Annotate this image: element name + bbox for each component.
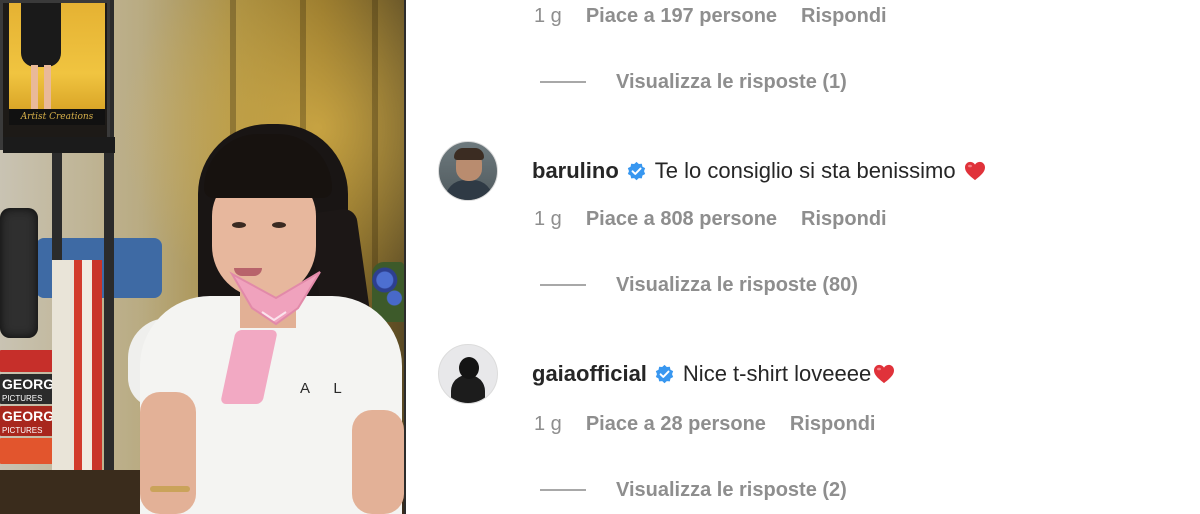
reply-button[interactable]: Rispondi [801,208,887,231]
poster-legs [31,65,51,111]
likes-count-link[interactable]: Piace a 808 persone [586,208,777,231]
view-replies-label: Visualizza le risposte (1) [616,70,847,93]
heart-icon [874,364,895,384]
comment-text: Te lo consiglio si sta benissimo [654,158,956,183]
avatar[interactable] [438,344,498,404]
replies-divider-line [540,81,586,83]
arm [140,392,196,514]
verified-badge-icon [627,161,645,180]
likes-count-link[interactable]: Piace a 28 persone [586,413,766,436]
comment-body: gaiaofficial Nice t-shirt loveeee [532,361,895,387]
poster-figure [21,3,61,67]
verified-badge-icon [655,364,674,383]
comment-item: barulino Te lo consiglio si sta benissim… [438,140,986,202]
reply-button[interactable]: Rispondi [801,5,887,28]
avatar[interactable] [438,141,498,201]
view-replies-button[interactable]: Visualizza le risposte (2) [540,475,847,505]
comment-username[interactable]: gaiaofficial [532,361,647,387]
heart-icon [964,161,985,181]
avatar-head [459,357,479,379]
view-replies-label: Visualizza le risposte (2) [616,478,847,501]
tshirt-print: A L [300,380,352,397]
comments-panel: 1 g Piace a 197 persone Rispondi Visuali… [406,0,1200,514]
comment-meta: 1 g Piace a 197 persone Rispondi [534,1,887,31]
view-replies-button[interactable]: Visualizza le risposte (1) [540,67,847,97]
arm [352,410,404,514]
avatar-hair [454,148,484,160]
comment-item: gaiaofficial Nice t-shirt loveeee [438,343,895,405]
view-replies-button[interactable]: Visualizza le risposte (80) [540,270,858,300]
replies-divider-line [540,489,586,491]
comment-text: Nice t-shirt loveeee [682,361,872,386]
comment-meta: 1 g Piace a 808 persone Rispondi [534,204,887,234]
reply-button[interactable]: Rispondi [790,413,876,436]
comment-time: 1 g [534,207,562,230]
curtain-fold [372,0,378,300]
avatar-body [451,375,485,403]
comment-time: 1 g [534,412,562,435]
framed-poster: Artist Creations [0,0,115,153]
upright-books [52,260,102,470]
video-frame: Artist Creations GEORGE PICTURES GEORGE … [0,0,404,514]
comment-time: 1 g [534,4,562,27]
comment-meta: 1 g Piace a 28 persone Rispondi [534,409,875,439]
likes-count-link[interactable]: Piace a 197 persone [586,5,777,28]
comment-username[interactable]: barulino [532,158,619,184]
eye [232,222,246,228]
poster-art: Artist Creations [9,3,105,125]
poster-sign: Artist Creations [9,109,105,125]
eye [272,222,286,228]
avatar-body [445,180,493,200]
shelf-ledge [3,137,115,153]
comment-body: barulino Te lo consiglio si sta benissim… [532,158,986,184]
view-replies-label: Visualizza le risposte (80) [616,273,858,296]
replies-divider-line [540,284,586,286]
bracelet [150,486,190,492]
